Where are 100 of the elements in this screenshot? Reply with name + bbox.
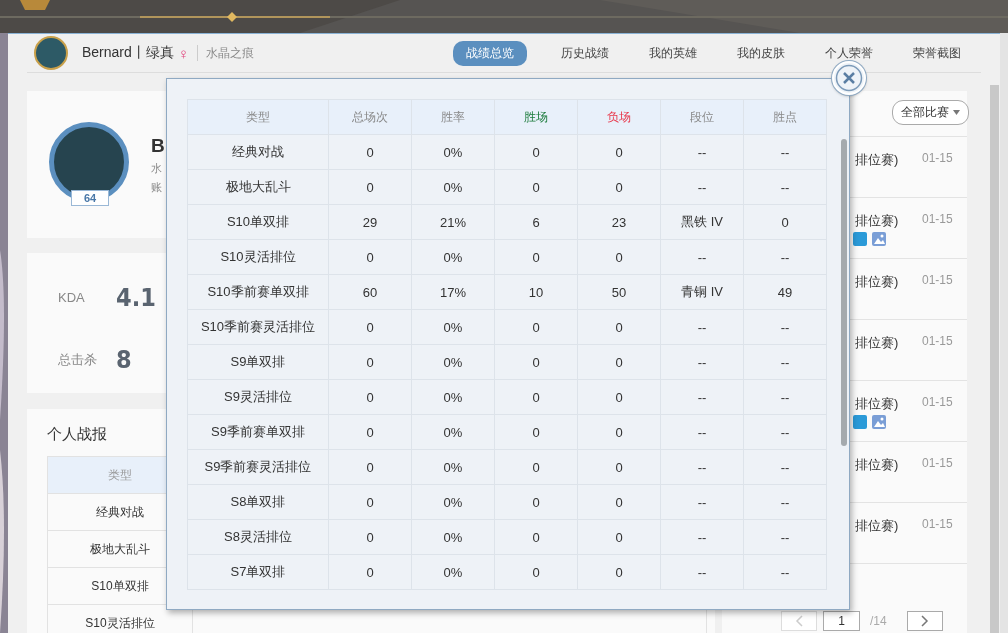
table-cell: 29 (328, 204, 412, 240)
table-cell: S9季前赛灵活排位 (187, 449, 329, 485)
profile-text: 水 (151, 160, 163, 176)
table-cell: -- (660, 134, 744, 170)
table-cell: 0 (577, 449, 661, 485)
table-cell: -- (660, 239, 744, 275)
table-cell: -- (660, 344, 744, 380)
table-cell: -- (743, 169, 827, 205)
table-cell: 0 (494, 379, 578, 415)
match-date: 01-15 (922, 212, 953, 226)
table-cell: S8灵活排位 (187, 519, 329, 555)
table-cell: 0 (494, 554, 578, 590)
chevron-right-icon (920, 615, 929, 627)
column-header: 胜率 (411, 99, 495, 135)
tag-icon (853, 415, 867, 429)
diamond-icon (227, 12, 237, 22)
table-cell: 0 (494, 449, 578, 485)
next-page-button[interactable] (906, 611, 943, 631)
match-date: 01-15 (922, 334, 953, 348)
match-mode: 排位赛) (855, 395, 900, 413)
table-cell: S8单双排 (187, 484, 329, 520)
stat-label: 总击杀 (58, 350, 98, 369)
table-cell: 0 (743, 204, 827, 240)
column-header: 类型 (187, 99, 329, 135)
table-cell: 0 (494, 309, 578, 345)
table-cell: -- (660, 484, 744, 520)
table-cell: 0% (411, 169, 495, 205)
filter-dropdown[interactable]: 全部比赛 (892, 100, 969, 125)
image-icon[interactable] (872, 232, 886, 246)
table-cell: -- (660, 414, 744, 450)
nav-tab[interactable]: 个人荣誉 (805, 40, 893, 66)
table-cell: 0 (328, 134, 412, 170)
table-cell: 0 (577, 519, 661, 555)
table-cell: 21% (411, 204, 495, 240)
table-cell: 经典对战 (187, 134, 329, 170)
match-mode: 排位赛) (855, 151, 900, 169)
table-cell: 0 (577, 414, 661, 450)
table-cell: -- (660, 554, 744, 590)
page-input[interactable]: 1 (823, 611, 860, 631)
table-cell: 0% (411, 239, 495, 275)
match-date: 01-15 (922, 273, 953, 287)
table-cell: 0 (577, 484, 661, 520)
nav-tab[interactable]: 我的皮肤 (717, 40, 805, 66)
table-cell: 0 (328, 414, 412, 450)
table-cell: S9灵活排位 (187, 379, 329, 415)
table-cell: 0 (328, 239, 412, 275)
table-cell: -- (743, 449, 827, 485)
account-link[interactable]: 账 (151, 179, 165, 195)
table-cell: 10 (494, 274, 578, 310)
table-cell: -- (743, 134, 827, 170)
table-cell: 0 (328, 484, 412, 520)
table-cell: 0 (328, 169, 412, 205)
table-cell: S10季前赛单双排 (187, 274, 329, 310)
table-cell: 0 (577, 309, 661, 345)
match-mode: 排位赛) (855, 517, 900, 535)
table-cell: 0 (328, 554, 412, 590)
nav-tab[interactable]: 历史战绩 (541, 40, 629, 66)
table-cell: 0% (411, 449, 495, 485)
table-cell: 50 (577, 274, 661, 310)
chevron-left-icon (795, 615, 803, 627)
table-cell: 0 (494, 239, 578, 275)
table-cell: -- (660, 519, 744, 555)
scrollbar[interactable] (990, 85, 999, 633)
table-cell: 0 (494, 519, 578, 555)
nav-tab[interactable]: 我的英雄 (629, 40, 717, 66)
table-cell: 60 (328, 274, 412, 310)
scrollbar[interactable] (1000, 33, 1008, 633)
match-mode: 排位赛) (855, 456, 900, 474)
player-name: Bernard丨绿真 (82, 44, 174, 62)
table-cell: 0 (328, 379, 412, 415)
table-cell: 17% (411, 274, 495, 310)
table-cell: -- (660, 309, 744, 345)
table-cell: -- (743, 554, 827, 590)
match-mode: 排位赛) (855, 334, 900, 352)
match-date: 01-15 (922, 395, 953, 409)
table-cell: 0 (577, 554, 661, 590)
previous-page-button[interactable] (781, 611, 817, 631)
table-cell: -- (743, 239, 827, 275)
report-title: 个人战报 (47, 425, 107, 444)
match-mode: 排位赛) (855, 273, 900, 291)
stat-value: 8 (116, 345, 132, 374)
table-cell: 0% (411, 309, 495, 345)
match-date: 01-15 (922, 456, 953, 470)
stat-label: KDA (58, 290, 86, 305)
scrollbar[interactable] (841, 139, 847, 446)
server-name: 水晶之痕 (206, 44, 255, 62)
table-cell: S10季前赛灵活排位 (187, 309, 329, 345)
table-cell: 0 (328, 449, 412, 485)
table-cell: S7单双排 (187, 554, 329, 590)
table-cell: 23 (577, 204, 661, 240)
column-header: 总场次 (328, 99, 412, 135)
table-cell: 0% (411, 484, 495, 520)
tag-icon (853, 232, 867, 246)
table-cell: 0 (577, 379, 661, 415)
avatar-icon[interactable] (34, 36, 68, 70)
column-header: 胜场 (494, 99, 578, 135)
table-cell: S10灵活排位 (187, 239, 329, 275)
image-icon[interactable] (872, 415, 886, 429)
page-total: /14 (870, 614, 887, 628)
nav-tab[interactable]: 荣誉截图 (893, 40, 981, 66)
